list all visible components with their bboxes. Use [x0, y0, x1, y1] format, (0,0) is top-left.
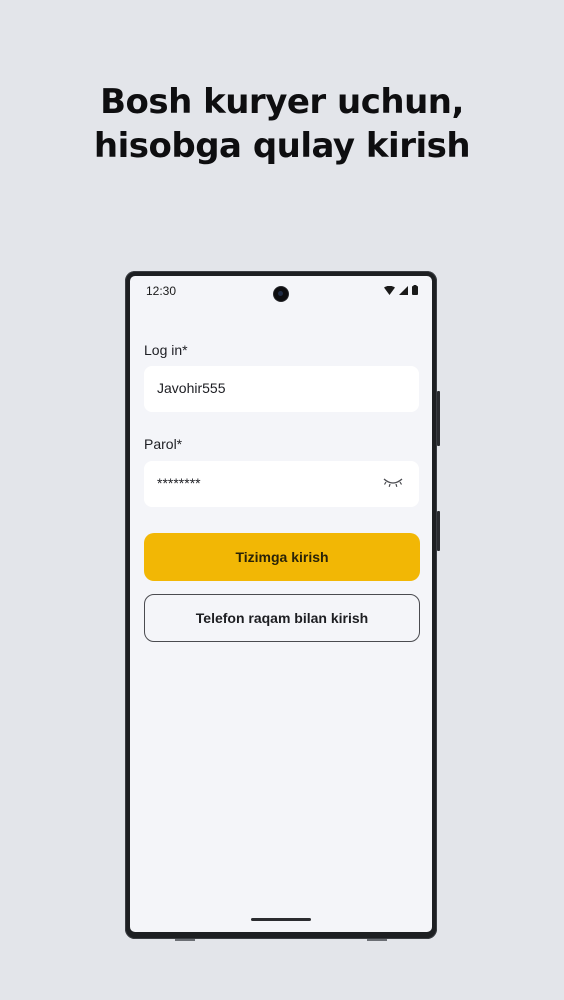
phone-login-button[interactable]: Telefon raqam bilan kirish [144, 594, 420, 642]
promo-page: Bosh kuryer uchun, hisobga qulay kirish … [0, 0, 564, 1000]
login-input-value: Javohir555 [157, 380, 226, 396]
login-input[interactable]: Javohir555 [144, 366, 419, 412]
headline-line-2: hisobga qulay kirish [93, 126, 471, 166]
status-time: 12:30 [146, 284, 177, 298]
battery-icon [412, 285, 418, 295]
login-submit-button[interactable]: Tizimga kirish [144, 533, 420, 581]
phone-power-button [437, 511, 440, 551]
phone-antenna-line [175, 939, 195, 941]
phone-antenna-line [367, 939, 387, 941]
status-icons [384, 285, 418, 295]
phone-volume-button [437, 391, 440, 446]
phone-screen: 12:30 Log in* Javohir555 Parol* ********… [130, 276, 432, 932]
eye-closed-icon[interactable] [383, 477, 403, 489]
front-camera [274, 287, 288, 301]
password-input[interactable]: ******** [144, 461, 419, 507]
wifi-icon [384, 285, 395, 295]
signal-icon [399, 285, 408, 295]
headline-line-1: Bosh kuryer uchun, [100, 82, 464, 122]
phone-mockup: 12:30 Log in* Javohir555 Parol* ********… [125, 271, 440, 941]
home-indicator[interactable] [251, 918, 311, 921]
login-label: Log in* [144, 342, 188, 358]
page-headline: Bosh kuryer uchun, hisobga qulay kirish [0, 80, 564, 168]
password-label: Parol* [144, 436, 183, 452]
password-input-value: ******** [157, 475, 201, 491]
status-bar: 12:30 [130, 276, 432, 306]
